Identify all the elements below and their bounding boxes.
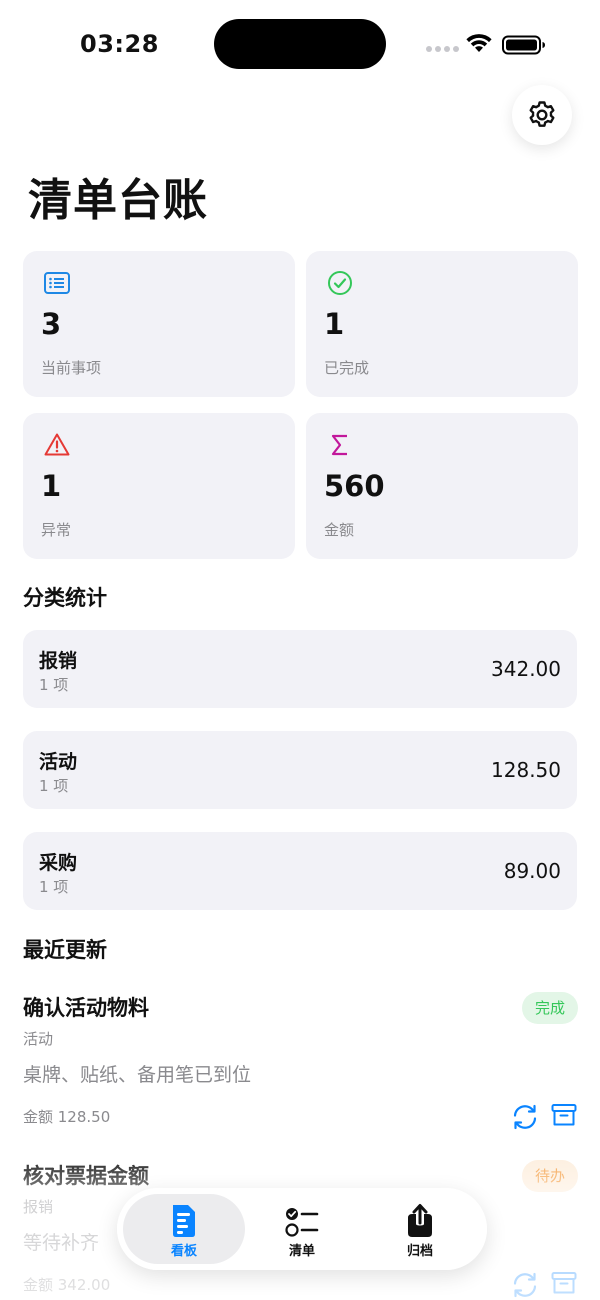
stat-value: 560 [324,469,385,503]
archive-button[interactable] [550,1101,578,1129]
stat-label: 已完成 [324,359,370,377]
category-count: 1 项 [39,878,69,896]
item-amount: 金额 128.50 [23,1108,111,1126]
checkmark-circle-icon [328,271,352,295]
stat-value: 1 [324,307,345,341]
status-time: 03:28 [80,30,159,58]
item-category: 报销 [23,1198,54,1216]
category-name: 活动 [39,751,78,773]
stat-card-current-items[interactable]: 3 当前事项 [23,251,295,397]
share-upload-icon [408,1204,432,1237]
category-row-purchase[interactable]: 采购 1 项 89.00 [23,832,577,910]
section-title-recent: 最近更新 [23,938,107,962]
stat-label: 金额 [324,521,355,539]
dynamic-island [214,19,386,69]
battery-icon [502,35,545,55]
item-title: 核对票据金额 [23,1164,149,1188]
tab-bar: 看板 清单 归档 [117,1188,487,1270]
settings-button[interactable] [512,85,572,145]
category-amount: 128.50 [491,758,561,782]
category-name: 采购 [39,852,78,874]
sigma-icon [331,434,347,456]
status-badge: 完成 [521,992,578,1024]
stat-card-amount[interactable]: 560 金额 [306,413,578,559]
status-bar: 03:28 [0,0,600,90]
dashboard-icon [173,1205,195,1237]
tab-label: 归档 [406,1244,433,1259]
category-name: 报销 [39,650,78,672]
stat-value: 1 [41,469,62,503]
category-count: 1 项 [39,676,69,694]
tab-label: 清单 [288,1244,315,1259]
item-note: 等待补齐 [23,1232,100,1254]
wifi-icon [466,34,492,52]
cellular-signal-icon [426,46,459,52]
category-row-reimbursement[interactable]: 报销 1 项 342.00 [23,630,577,708]
checklist-icon [285,1208,319,1237]
tab-dashboard[interactable]: 看板 [123,1194,245,1264]
section-title-categories: 分类统计 [23,586,107,610]
category-row-activity[interactable]: 活动 1 项 128.50 [23,731,577,809]
archive-button[interactable] [550,1269,578,1297]
item-note: 桌牌、贴纸、备用笔已到位 [23,1064,252,1086]
warning-triangle-icon [44,433,70,456]
page-title: 清单台账 [28,175,208,226]
category-count: 1 项 [39,777,69,795]
tab-archive[interactable]: 归档 [359,1194,481,1264]
sync-button[interactable] [510,1102,540,1132]
item-category: 活动 [23,1030,54,1048]
stat-label: 当前事项 [41,359,102,377]
status-badge: 待办 [521,1160,578,1192]
sync-button[interactable] [510,1270,540,1300]
item-title: 确认活动物料 [23,996,149,1020]
list-icon [44,272,70,294]
tab-label: 看板 [170,1244,197,1259]
item-amount: 金额 342.00 [23,1276,111,1294]
stat-label: 异常 [41,521,72,539]
stat-card-completed[interactable]: 1 已完成 [306,251,578,397]
recent-item[interactable]: 确认活动物料 活动 桌牌、贴纸、备用笔已到位 金额 128.50 完成 [0,992,600,1152]
tab-checklist[interactable]: 清单 [241,1194,363,1264]
gear-icon [529,101,555,127]
stat-value: 3 [41,307,62,341]
category-amount: 342.00 [491,657,561,681]
stat-card-exceptions[interactable]: 1 异常 [23,413,295,559]
category-amount: 89.00 [503,859,561,883]
